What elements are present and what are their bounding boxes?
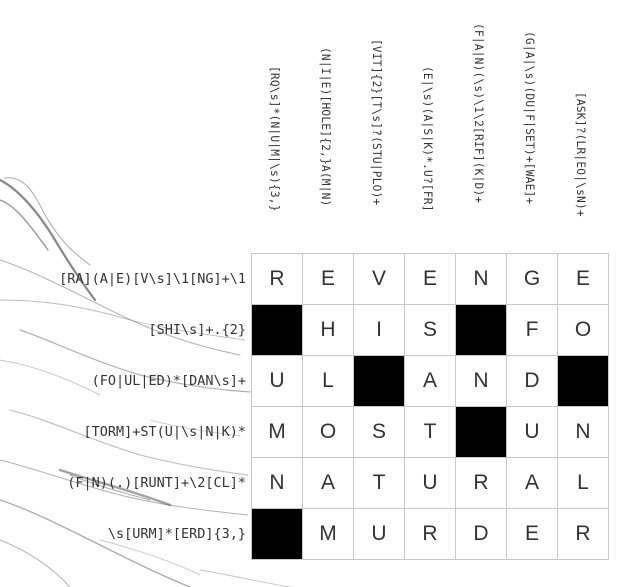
grid-cell-blocked[interactable]: [456, 305, 507, 356]
grid-cell[interactable]: A: [405, 356, 456, 407]
grid-cell[interactable]: M: [252, 407, 303, 458]
grid-cell[interactable]: T: [405, 407, 456, 458]
row-clue: [SHI\s]+.{2}: [148, 321, 246, 338]
grid-cell[interactable]: H: [303, 305, 354, 356]
grid-cell[interactable]: R: [456, 458, 507, 509]
row-clue: (F|N)(.)[RUNT]+\2[CL]*: [67, 474, 246, 491]
grid-cell[interactable]: I: [354, 305, 405, 356]
puzzle-grid: REVENGEHISFOULANDMOSTUNNATURALMURDER: [251, 253, 609, 560]
grid-cell[interactable]: A: [303, 458, 354, 509]
row-clue: \s[URM]*[ERD]{3,}: [107, 525, 246, 542]
grid-cell[interactable]: G: [507, 254, 558, 305]
grid-cell[interactable]: U: [405, 458, 456, 509]
grid-cell-blocked[interactable]: [252, 305, 303, 356]
grid-cell[interactable]: N: [456, 356, 507, 407]
grid-cell[interactable]: E: [507, 509, 558, 560]
grid-cell[interactable]: D: [507, 356, 558, 407]
grid-cell[interactable]: T: [354, 458, 405, 509]
grid-cell[interactable]: N: [558, 407, 609, 458]
grid-cell[interactable]: O: [558, 305, 609, 356]
grid-cell[interactable]: M: [303, 509, 354, 560]
column-clue: [RQ\s]*(N|U|M|\s){3,}: [268, 66, 281, 212]
grid-cell[interactable]: U: [354, 509, 405, 560]
row-clue: [TORM]+ST(U|\s|N|K)*: [83, 423, 246, 440]
grid-cell[interactable]: E: [558, 254, 609, 305]
grid-cell[interactable]: N: [252, 458, 303, 509]
grid-cell[interactable]: L: [558, 458, 609, 509]
column-clue: (E|\s)(A|S|K)*.U?[FR]: [421, 66, 434, 212]
grid-cell-blocked[interactable]: [252, 509, 303, 560]
grid-cell[interactable]: S: [405, 305, 456, 356]
grid-cell[interactable]: U: [507, 407, 558, 458]
grid-cell[interactable]: N: [456, 254, 507, 305]
column-clue: (F|A|N)(\s)\1\2[RIF](K|D)+: [472, 23, 485, 204]
grid-cell[interactable]: E: [405, 254, 456, 305]
grid-cell[interactable]: U: [252, 356, 303, 407]
grid-cell-blocked[interactable]: [354, 356, 405, 407]
grid-cell-blocked[interactable]: [456, 407, 507, 458]
column-clue: (N|I|E)[HOLE]{2,}A(M|N): [319, 47, 332, 207]
grid-cell[interactable]: R: [405, 509, 456, 560]
grid-cell[interactable]: O: [303, 407, 354, 458]
grid-cell[interactable]: S: [354, 407, 405, 458]
grid-cell[interactable]: D: [456, 509, 507, 560]
grid-cell[interactable]: A: [507, 458, 558, 509]
column-clue: [ASK]?(LR|EO|\sN)+: [574, 92, 587, 217]
grid-cell-blocked[interactable]: [558, 356, 609, 407]
column-clue: (G|A|\s)(DU|F|SET)+[WAE]+: [523, 31, 536, 205]
grid-cell[interactable]: R: [558, 509, 609, 560]
grid-cell[interactable]: R: [252, 254, 303, 305]
grid-cell[interactable]: F: [507, 305, 558, 356]
row-clue: [RA](A|E)[V\s]\1[NG]+\1: [59, 270, 246, 287]
row-clue: (FO|UL|ED)*[DAN\s]+: [91, 372, 246, 389]
column-clue: [VIT]{2}[T\s]?(STU|PLO)+: [370, 39, 383, 206]
grid-cell[interactable]: E: [303, 254, 354, 305]
grid-cell[interactable]: V: [354, 254, 405, 305]
grid-cell[interactable]: L: [303, 356, 354, 407]
